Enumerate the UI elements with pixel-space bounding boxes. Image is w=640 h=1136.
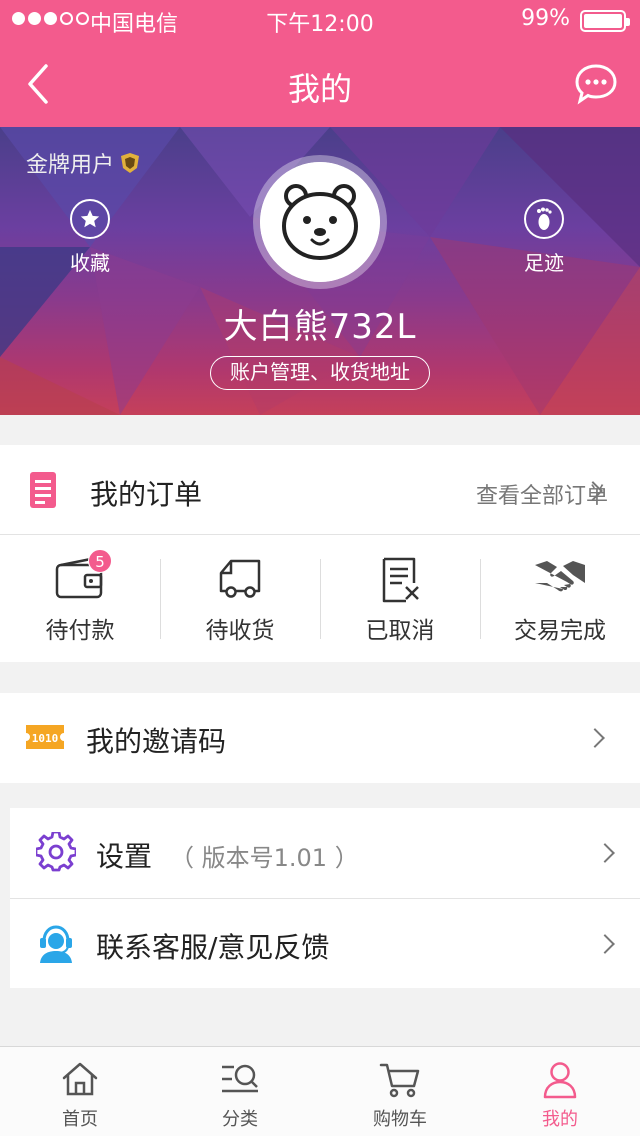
orders-header[interactable]: 我的订单 查看全部订单 <box>0 445 640 535</box>
profile-header: 金牌用户 收藏 足迹 大白熊732L 账户管理、收货地址 <box>0 127 640 415</box>
order-cancelled[interactable]: 已取消 <box>320 535 480 661</box>
pending-payment-badge: 5 <box>88 549 112 573</box>
member-level-label: 金牌用户 <box>26 153 115 178</box>
order-status-label: 交易完成 <box>514 618 606 644</box>
footprints-label: 足迹 <box>524 251 564 275</box>
page-title: 我的 <box>287 70 352 108</box>
support-row[interactable]: 联系客服/意见反馈 <box>10 898 640 988</box>
order-list-icon <box>30 472 56 508</box>
order-pending-payment[interactable]: 5 待付款 <box>0 535 160 661</box>
invite-code-row[interactable]: 1010 我的邀请码 <box>0 693 640 783</box>
order-status-label: 已取消 <box>365 618 435 644</box>
nav-bar: 我的 <box>0 40 640 127</box>
favorites-label: 收藏 <box>70 251 110 275</box>
account-management-button[interactable]: 账户管理、收货地址 <box>210 356 430 390</box>
tab-mine[interactable]: 我的 <box>480 1047 640 1136</box>
order-completed[interactable]: 交易完成 <box>480 535 640 661</box>
tab-category[interactable]: 分类 <box>160 1047 320 1136</box>
settings-label: 设置 （ 版本号1.01 ） <box>96 835 359 875</box>
order-status-label: 待收货 <box>205 618 275 644</box>
tab-label: 我的 <box>542 1109 578 1130</box>
user-icon <box>543 1062 577 1099</box>
tab-cart[interactable]: 购物车 <box>320 1047 480 1136</box>
category-search-icon <box>222 1064 258 1093</box>
delivery-truck-icon <box>219 559 261 598</box>
footprint-icon <box>524 199 564 239</box>
handshake-icon <box>535 561 585 592</box>
tab-label: 首页 <box>62 1109 98 1130</box>
chat-bubble-icon[interactable] <box>574 62 618 106</box>
footprints-button[interactable]: 足迹 <box>504 199 584 276</box>
favorites-button[interactable]: 收藏 <box>50 199 130 276</box>
tab-home[interactable]: 首页 <box>0 1047 160 1136</box>
orders-section: 我的订单 查看全部订单 5 待付款 待收货 已取消 交易完成 <box>0 445 640 662</box>
orders-title: 我的订单 <box>90 478 203 511</box>
support-label: 联系客服/意见反馈 <box>96 931 330 964</box>
star-icon <box>70 199 110 239</box>
chevron-right-icon <box>585 728 605 748</box>
status-bar: 中国电信 下午12:00 99% <box>0 0 640 40</box>
order-status-row: 5 待付款 待收货 已取消 交易完成 <box>0 535 640 661</box>
invite-code-label: 我的邀请码 <box>86 725 227 758</box>
svg-text:1010: 1010 <box>32 732 59 745</box>
avatar[interactable] <box>260 162 380 282</box>
settings-row[interactable]: 设置 （ 版本号1.01 ） <box>10 808 640 898</box>
tab-label: 分类 <box>222 1109 258 1130</box>
chevron-right-icon <box>595 934 615 954</box>
home-icon <box>62 1062 98 1096</box>
chevron-right-icon <box>595 843 615 863</box>
battery-icon <box>580 10 630 32</box>
ticket-icon: 1010 <box>26 725 64 749</box>
battery-percent: 99% <box>521 6 570 31</box>
app-version: （ 版本号1.01 ） <box>170 844 359 872</box>
member-level: 金牌用户 <box>26 147 140 179</box>
tab-label: 购物车 <box>373 1109 427 1130</box>
cart-icon <box>379 1063 420 1098</box>
gear-icon <box>36 832 76 872</box>
username: 大白熊732L <box>223 307 417 347</box>
customer-service-icon <box>40 925 72 963</box>
settings-title: 设置 <box>96 840 153 873</box>
order-status-label: 待付款 <box>45 618 115 644</box>
settings-group: 设置 （ 版本号1.01 ） 联系客服/意见反馈 <box>10 808 640 988</box>
tab-bar: 首页 分类 购物车 我的 <box>0 1046 640 1136</box>
gold-shield-icon <box>121 153 140 173</box>
top-bar: 中国电信 下午12:00 99% 我的 <box>0 0 640 127</box>
order-pending-receipt[interactable]: 待收货 <box>160 535 320 661</box>
cancelled-document-icon <box>382 557 419 603</box>
